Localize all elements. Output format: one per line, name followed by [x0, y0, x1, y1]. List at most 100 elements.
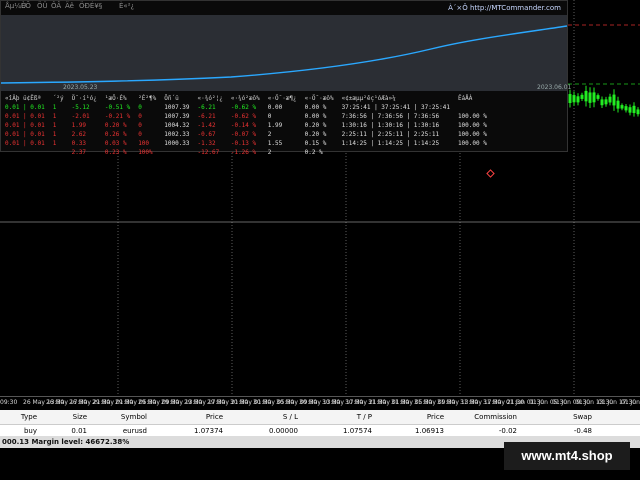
candle-body	[616, 100, 620, 109]
candle-body	[632, 105, 636, 113]
stats-cell: 0.2 %	[304, 149, 323, 156]
candle-body	[612, 94, 616, 106]
column-header[interactable]: Price	[150, 413, 226, 421]
stats-cell: 0	[138, 131, 142, 138]
stats-cell	[456, 103, 493, 112]
table-cell: 0.00000	[269, 426, 298, 435]
order-marker-icon	[486, 169, 495, 178]
column-header[interactable]: Size	[40, 413, 90, 421]
table-cell: 1.07574	[343, 426, 372, 435]
candle-body	[592, 92, 596, 103]
graph-date-right: 2023.06.01	[537, 84, 572, 91]
column-header[interactable]: Price	[375, 413, 447, 421]
stats-cell	[51, 148, 70, 157]
stats-cell: 2	[267, 131, 272, 138]
candle-body	[580, 94, 584, 99]
stats-cell: 0.15 %	[304, 140, 327, 147]
stats-cell: 0.00	[267, 104, 283, 111]
table-cell: 1.06913	[415, 426, 444, 435]
stats-cell: -0.07 %	[230, 131, 257, 138]
stats-cell: 2.37	[71, 149, 87, 156]
stats-cell: 0.20 %	[304, 131, 327, 138]
stats-cell: -0.21 %	[104, 113, 131, 120]
stats-header-cell: «·Ö¯·æ¶¿	[267, 95, 297, 102]
panel-tab[interactable]: ÖÜ	[37, 2, 48, 10]
stats-cell: 0.00 %	[304, 104, 327, 111]
stats-cell: 0.03 %	[104, 140, 127, 147]
stats-cell: 0.01 | 0.01	[5, 131, 45, 138]
stats-cell	[3, 148, 51, 157]
stats-cell	[340, 148, 456, 157]
panel-tab[interactable]: Äê	[65, 2, 74, 10]
stats-cell: -2.01	[71, 113, 90, 120]
stats-row: 0.01 | 0.01 1 1.99 0.20 % 0 1004.32 -1.42 -0.14…	[3, 121, 493, 130]
time-tick-label: 01 Jun 21:30	[621, 399, 640, 406]
stats-header-cell: ²É²¶%	[138, 95, 157, 102]
stats-cell: 0.01 | 0.01	[5, 113, 45, 120]
stats-header-cell: «·¾ó²æô%	[230, 95, 260, 102]
stats-cell: 1007.39	[164, 104, 190, 111]
stats-header-cell: «îÄþ ü¢Ëßª	[5, 95, 42, 102]
mtcommander-link[interactable]: À´×Ô http://MTCommander.com	[448, 4, 561, 12]
stats-cell: -0.67	[197, 131, 216, 138]
candle-body	[568, 94, 572, 103]
stats-cell: 100.00 %	[457, 113, 487, 120]
candle-body	[620, 105, 624, 109]
stats-header-cell: «·¾ó²¦¿	[197, 95, 223, 102]
stats-header-row: «îÄþ ü¢Ëßª ´²ý Ö¯·í¹ó¿ ¹æÖ·É% ²É²¶% Õñ´ü «·¾ó²…	[3, 94, 493, 103]
stats-cell: 1.99	[267, 122, 283, 129]
panel-tab[interactable]: ÈÕ	[21, 2, 31, 10]
stats-cell: 0	[138, 113, 142, 120]
stats-cell: -0.51 %	[104, 104, 131, 111]
candle-body	[584, 90, 588, 102]
stats-header-cell: «¢±æµµ²êç¹óÆà»¼	[341, 95, 396, 102]
stats-cell: 1000.33	[164, 140, 190, 147]
stats-header-cell: ´²ý	[52, 95, 64, 102]
stats-cell: 1	[52, 113, 57, 120]
candle-body	[628, 107, 632, 113]
column-header[interactable]: T / P	[301, 413, 375, 421]
stats-cell: 0	[138, 122, 142, 129]
stats-cell: 100.00 %	[457, 122, 487, 129]
column-header[interactable]: Symbol	[90, 413, 150, 421]
equity-curve	[0, 25, 568, 84]
stats-panel: Åµ¼Ù ÈÕ ÖÜ ÔÂ Äê ÖÐÉ¥§ È«²¿ À´×Ô http://…	[0, 0, 572, 156]
stats-row: 2.37 0.23 % 100% -12.67 -1.26 % 2 0.2 %	[3, 148, 493, 157]
column-header[interactable]: Swap	[520, 413, 595, 421]
stats-cell: 1:14:25 | 1:14:25 | 1:14:25	[341, 140, 440, 147]
time-axis: 09:30 26 May 13:30 26 May 17:30 26 May 21:3…	[0, 396, 640, 411]
stats-cell	[456, 148, 493, 157]
candle-body	[596, 95, 600, 99]
panel-tab[interactable]: ÔÂ	[51, 2, 61, 10]
stats-cell: 0.26 %	[104, 131, 127, 138]
stats-header-cell: ÊáÅÀ	[457, 95, 473, 102]
stats-header-cell: ¹æÖ·É%	[104, 95, 127, 102]
stats-cell: 1	[52, 140, 57, 147]
stats-cell: 1.99	[71, 122, 87, 129]
stats-cell: 0	[138, 104, 142, 111]
stats-cell: -5.12	[71, 104, 90, 111]
stats-cell: -6.21	[197, 113, 216, 120]
column-header[interactable]: S / L	[226, 413, 301, 421]
stats-cell: 0.01 | 0.01	[5, 122, 45, 129]
stats-cell: 0.20 %	[304, 122, 327, 129]
table-cell: 0.01	[71, 426, 87, 435]
stats-cell: -1.32	[197, 140, 216, 147]
column-header[interactable]: Type	[0, 413, 40, 421]
panel-tab[interactable]: È«²¿	[119, 2, 134, 10]
watermark: www.mt4.shop	[504, 442, 630, 470]
candle-body	[572, 95, 576, 103]
stats-cell: -0.62 %	[230, 113, 257, 120]
candle-body	[624, 106, 628, 111]
stats-cell: 1002.33	[164, 131, 190, 138]
stats-row: 0.01 | 0.01 1 -2.01 -0.21 % 0 1007.39 -6.21 -0.…	[3, 112, 493, 121]
panel-tab[interactable]: ÖÐÉ¥§	[79, 2, 102, 10]
column-header[interactable]: Commission	[447, 413, 520, 421]
table-cell: buy	[23, 426, 37, 435]
stats-table: «îÄþ ü¢Ëßª ´²ý Ö¯·í¹ó¿ ¹æÖ·É% ²É²¶% Õñ´ü «·¾ó²…	[3, 94, 493, 157]
stats-cell: 100.00 %	[457, 131, 487, 138]
stats-cell: -1.42	[197, 122, 216, 129]
stats-cell: -6.21	[197, 104, 216, 111]
stats-row: 0.01 | 0.01 1 2.62 0.26 % 0 1002.33 -0.67 -0.07…	[3, 130, 493, 139]
stats-cell: -0.62 %	[230, 104, 257, 111]
